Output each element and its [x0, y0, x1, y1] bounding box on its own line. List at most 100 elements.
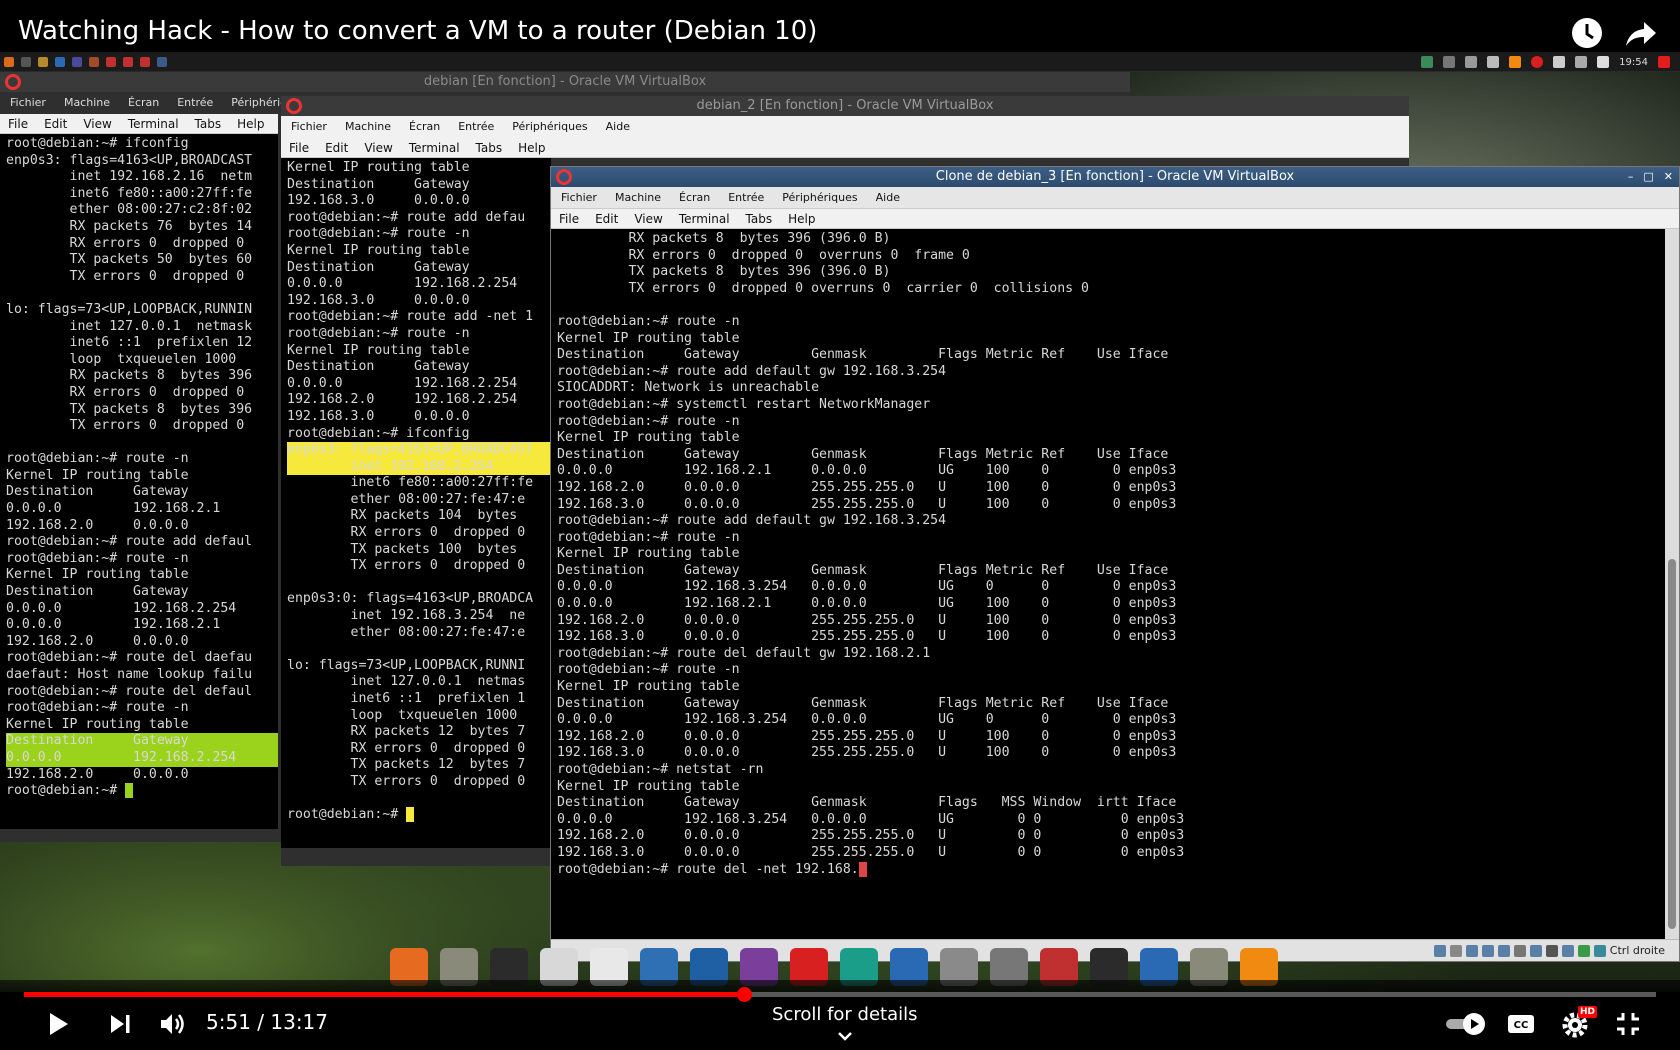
menu-peripheriques[interactable]: Périphériques	[782, 187, 857, 208]
terminal-scrollbar[interactable]	[1665, 229, 1679, 941]
menu-entree[interactable]: Entrée	[728, 187, 764, 208]
launcher-icon[interactable]	[55, 57, 65, 67]
terminal-output[interactable]: RX packets 8 bytes 396 (396.0 B) RX erro…	[551, 229, 1665, 941]
shared-folder-icon[interactable]	[1513, 944, 1526, 957]
menu-file[interactable]: File	[289, 138, 309, 157]
maximize-button[interactable]: □	[1643, 170, 1653, 184]
menu-terminal[interactable]: Terminal	[409, 138, 460, 157]
window-icon[interactable]	[157, 57, 167, 67]
optical-drive-icon[interactable]	[1449, 944, 1462, 957]
close-button[interactable]: ✕	[1664, 170, 1673, 184]
minimize-button[interactable]: –	[1628, 170, 1634, 184]
virtualbox-icon[interactable]	[140, 57, 150, 67]
scroll-hint-label: Scroll for details	[772, 1004, 918, 1025]
menu-view[interactable]: View	[634, 209, 662, 228]
menu-peripheriques[interactable]: Périphériques	[512, 116, 587, 138]
progress-bar[interactable]	[24, 987, 1656, 1002]
menu-ecran[interactable]: Écran	[679, 187, 710, 208]
window-title-bar[interactable]: debian_2 [En fonction] - Oracle VM Virtu…	[281, 96, 1409, 116]
terminal-output[interactable]: root@debian:~# ifconfig enp0s3: flags=41…	[0, 134, 278, 829]
menu-fichier[interactable]: Fichier	[10, 92, 46, 114]
menu-aide[interactable]: Aide	[876, 187, 900, 208]
exit-fullscreen-icon[interactable]	[1614, 1010, 1642, 1038]
highlighted-selection: Destination Gateway 0.0.0.0 192.168.2.25…	[6, 733, 278, 767]
menu-file[interactable]: File	[559, 209, 579, 228]
share-icon[interactable]	[1624, 16, 1658, 50]
scroll-for-details[interactable]: Scroll for details	[772, 1004, 918, 1046]
window-title: debian_2 [En fonction] - Oracle VM Virtu…	[696, 98, 994, 113]
menu-terminal[interactable]: Terminal	[679, 209, 730, 228]
network-icon[interactable]	[1487, 56, 1500, 68]
window-title-bar[interactable]: Clone de debian_3 [En fonction] - Oracle…	[551, 167, 1679, 187]
menu-ecran[interactable]: Écran	[128, 92, 159, 114]
menu-edit[interactable]: Edit	[44, 114, 67, 133]
virtualbox-icon	[286, 98, 302, 114]
captions-icon[interactable]: CC	[1506, 1010, 1536, 1038]
apps-icon[interactable]	[21, 57, 31, 67]
terminal-menubar: File Edit View Terminal Tabs Help	[551, 209, 1679, 229]
menu-tabs[interactable]: Tabs	[746, 209, 773, 228]
panel-clock[interactable]: 19:54	[1619, 57, 1648, 68]
menu-file[interactable]: File	[8, 114, 28, 133]
chevron-down-icon[interactable]	[1421, 56, 1434, 68]
menu-machine[interactable]: Machine	[345, 116, 391, 138]
watch-later-icon[interactable]	[1570, 16, 1604, 50]
display-icon[interactable]	[1465, 56, 1478, 68]
network-icon[interactable]	[1481, 944, 1494, 957]
autoplay-toggle[interactable]	[1444, 1012, 1488, 1036]
menu-edit[interactable]: Edit	[325, 138, 348, 157]
vlc-icon[interactable]	[1509, 56, 1522, 68]
menu-icon[interactable]	[4, 57, 14, 67]
search-icon[interactable]	[1443, 56, 1456, 68]
storage-icon[interactable]	[1433, 944, 1446, 957]
mouse-integration-icon[interactable]	[1577, 944, 1590, 957]
menu-aide[interactable]: Aide	[606, 116, 630, 138]
recording-icon[interactable]	[1545, 944, 1558, 957]
menu-machine[interactable]: Machine	[64, 92, 110, 114]
scrollbar-thumb[interactable]	[1668, 559, 1676, 929]
progress-scrubber[interactable]	[736, 987, 752, 1002]
host-desktop: 19:54 debian [En fonction] - Oracle VM V…	[0, 52, 1680, 992]
swiss-flag-icon[interactable]	[1658, 56, 1670, 68]
launcher-icon[interactable]	[38, 57, 48, 67]
menu-tabs[interactable]: Tabs	[195, 114, 222, 133]
svg-text:CC: CC	[1514, 1020, 1529, 1031]
virtualbox-icon	[556, 169, 572, 185]
play-icon[interactable]	[44, 1010, 72, 1038]
record-icon[interactable]	[1531, 56, 1544, 68]
volume-icon[interactable]	[1597, 56, 1610, 68]
video-title-bar: Watching Hack - How to convert a VM to a…	[0, 0, 1680, 52]
usb-icon[interactable]	[1497, 944, 1510, 957]
menu-fichier[interactable]: Fichier	[561, 187, 597, 208]
launcher-icon[interactable]	[72, 57, 82, 67]
menu-view[interactable]: View	[83, 114, 111, 133]
menu-terminal[interactable]: Terminal	[128, 114, 179, 133]
menu-tabs[interactable]: Tabs	[476, 138, 503, 157]
menu-entree[interactable]: Entrée	[177, 92, 213, 114]
audio-icon[interactable]	[1465, 944, 1478, 957]
mail-icon[interactable]	[1553, 56, 1566, 68]
terminal-menubar: File Edit View Terminal Tabs Help	[0, 114, 278, 134]
cpu-icon[interactable]	[1561, 944, 1574, 957]
menu-view[interactable]: View	[364, 138, 392, 157]
video-title[interactable]: Watching Hack - How to convert a VM to a…	[18, 16, 817, 46]
menu-entree[interactable]: Entrée	[458, 116, 494, 138]
menu-fichier[interactable]: Fichier	[291, 116, 327, 138]
menu-edit[interactable]: Edit	[595, 209, 618, 228]
virtualbox-icon[interactable]	[123, 57, 133, 67]
menu-help[interactable]: Help	[788, 209, 815, 228]
menu-help[interactable]: Help	[237, 114, 264, 133]
menu-help[interactable]: Help	[518, 138, 545, 157]
volume-icon[interactable]	[158, 1010, 186, 1038]
launcher-icon[interactable]	[89, 57, 99, 67]
virtualbox-icon[interactable]	[106, 57, 116, 67]
menu-machine[interactable]: Machine	[615, 187, 661, 208]
clipboard-icon[interactable]	[1575, 56, 1588, 68]
next-icon[interactable]	[106, 1010, 134, 1038]
terminal-output[interactable]: Kernel IP routing table Destination Gate…	[281, 158, 551, 848]
display-icon[interactable]	[1529, 944, 1542, 957]
keyboard-icon[interactable]	[1593, 944, 1606, 957]
vm-window-clone-debian-3[interactable]: Clone de debian_3 [En fonction] - Oracle…	[550, 166, 1680, 962]
window-title-bar[interactable]: debian [En fonction] - Oracle VM Virtual…	[0, 72, 1130, 92]
menu-ecran[interactable]: Écran	[409, 116, 440, 138]
